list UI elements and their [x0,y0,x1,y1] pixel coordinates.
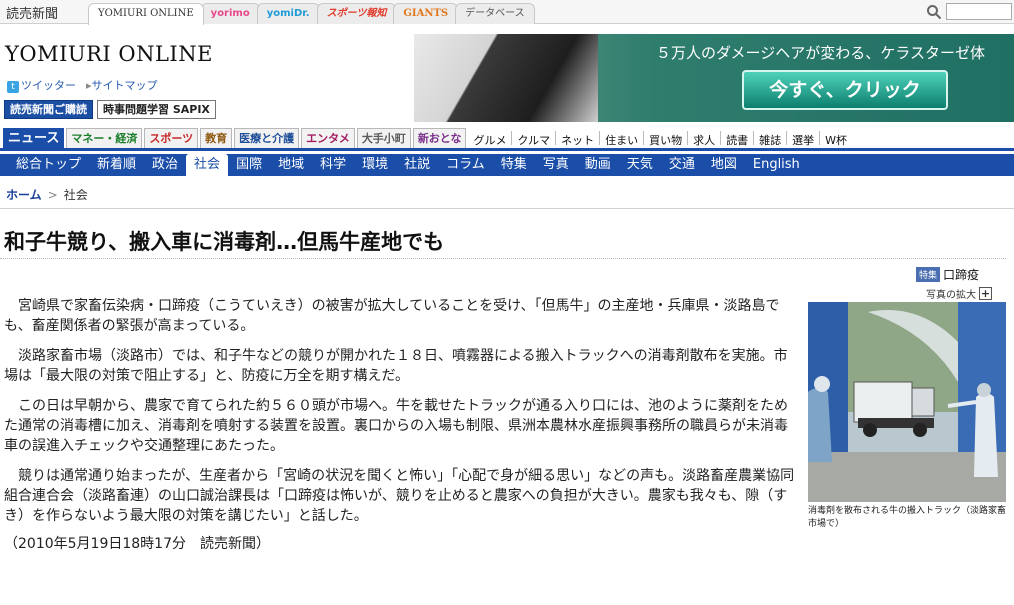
divider [0,258,1006,259]
category-otona[interactable]: 新おとな [412,128,467,148]
site-logo[interactable]: YOMIURI ONLINE [5,42,213,66]
tab-giants[interactable]: GIANTS [393,3,459,24]
subnav-features[interactable]: 特集 [493,154,535,176]
category-komachi[interactable]: 大手小町 [356,128,411,148]
tab-yomidr[interactable]: yomiDr. [256,3,320,24]
link-shopping[interactable]: 買い物 [643,131,687,147]
link-housing[interactable]: 住まい [599,131,643,147]
article-paragraph-2: 淡路家畜市場（淡路市）では、和子牛などの競りが開かれた１８日、噴霧器による搬入ト… [4,348,788,384]
photo-zoom-link[interactable]: 写真の拡大 + [926,286,992,301]
link-magazines[interactable]: 雑誌 [753,131,786,147]
link-net[interactable]: ネット [555,131,599,147]
article-photo[interactable] [808,302,1006,502]
ad-text: ５万人のダメージヘアが変わる、ケラスターゼ体 [656,44,985,62]
plus-icon: + [979,287,992,300]
twitter-icon: t [7,81,19,93]
site-tabs: YOMIURI ONLINE yorimo yomiDr. スポーツ報知 GIA… [88,3,535,25]
subnav-traffic[interactable]: 交通 [661,154,703,176]
ad-model-image [414,34,598,122]
tab-yorimo[interactable]: yorimo [200,3,260,24]
link-books[interactable]: 読書 [720,131,753,147]
subnav-map[interactable]: 地図 [703,154,745,176]
subnav-regional[interactable]: 地域 [270,154,312,176]
subnav-photos[interactable]: 写真 [535,154,577,176]
ad-click-button[interactable]: 今すぐ、クリック [742,70,948,110]
article-paragraph-1: 宮崎県で家畜伝染病・口蹄疫（こうていえき）の被害が拡大していることを受け、「但馬… [4,298,780,334]
breadcrumb-current[interactable]: 社会 [64,186,88,203]
subnav-international[interactable]: 国際 [228,154,270,176]
sapix-button[interactable]: 時事問題学習 SAPIX [97,100,216,119]
subnav-editorial[interactable]: 社説 [396,154,438,176]
special-topic-tag[interactable]: 特集 口蹄疫 [916,266,979,283]
subnav-environment[interactable]: 環境 [354,154,396,176]
site-bar: 読売新聞 YOMIURI ONLINE yorimo yomiDr. スポーツ報… [0,0,1014,25]
link-jobs[interactable]: 求人 [687,131,720,147]
article-paragraph-3: この日は早朝から、農家で育てられた約５６０頭が市場へ。牛を載せたトラックが通る入… [4,398,788,454]
category-medical[interactable]: 医療と介護 [234,128,300,148]
category-money[interactable]: マネー・経済 [66,128,143,148]
category-news[interactable]: ニュース [3,128,65,148]
photo-illustration [808,302,1006,502]
link-worldcup[interactable]: W杯 [819,131,852,147]
category-nav: ニュース マネー・経済 スポーツ 教育 医療と介護 エンタメ 大手小町 新おとな… [0,128,1014,151]
subnav-science[interactable]: 科学 [312,154,354,176]
sitemap-link[interactable]: ▸サイトマップ [86,77,158,93]
sitemap-label: サイトマップ [91,79,158,92]
special-badge: 特集 [916,267,941,282]
subnav-society[interactable]: 社会 [186,154,229,176]
special-keyword[interactable]: 口蹄疫 [943,266,979,283]
ad-banner[interactable]: ５万人のダメージヘアが変わる、ケラスターゼ体 今すぐ、クリック [414,34,1014,122]
link-election[interactable]: 選挙 [786,131,819,147]
article-paragraph-4: 競りは通常通り始まったが、生産者から「宮崎の状況を聞くと怖い」「心配で身が細る思… [4,468,795,524]
link-car[interactable]: クルマ [511,131,555,147]
link-gourmet[interactable]: グルメ [468,131,511,147]
subnav-video[interactable]: 動画 [577,154,619,176]
subnav-english[interactable]: English [745,154,808,176]
category-entertainment[interactable]: エンタメ [301,128,355,148]
subscribe-button[interactable]: 読売新聞ご購読 [4,100,93,119]
header-buttons: 読売新聞ご購読 時事問題学習 SAPIX [4,100,216,119]
breadcrumb-home[interactable]: ホーム [6,186,42,203]
tab-hochi[interactable]: スポーツ報知 [316,3,397,24]
photo-caption: 消毒剤を散布される牛の搬入トラック（淡路家畜市場で） [808,506,1007,529]
category-education[interactable]: 教育 [200,128,233,148]
category-sports[interactable]: スポーツ [144,128,199,148]
tab-database[interactable]: データベース [455,3,535,24]
twitter-label: ツイッター [21,79,76,92]
subnav-latest[interactable]: 新着順 [89,154,144,176]
yomiuri-shimbun-link[interactable]: 読売新聞 [6,3,58,22]
article-headline: 和子牛競り、搬入車に消毒剤…但馬牛産地でも [4,230,445,254]
header-links: t ツイッター ▸サイトマップ [7,77,158,93]
subnav-column[interactable]: コラム [438,154,493,176]
search-input[interactable] [946,3,1012,20]
article-dateline: （2010年5月19日18時17分 読売新聞） [4,536,270,552]
sub-nav: 総合トップ 新着順 政治 社会 国際 地域 科学 環境 社説 コラム 特集 写真… [0,154,1014,176]
tab-yomiuri-online[interactable]: YOMIURI ONLINE [88,3,204,25]
chevron-right-icon: > [47,187,58,202]
zoom-label: 写真の拡大 [926,290,976,301]
subnav-weather[interactable]: 天気 [619,154,661,176]
twitter-link[interactable]: t ツイッター [7,77,76,93]
divider [0,208,1014,209]
breadcrumb: ホーム > 社会 [6,186,88,203]
subnav-top[interactable]: 総合トップ [8,154,89,176]
subnav-politics[interactable]: 政治 [144,154,186,176]
article-body: 宮崎県で家畜伝染病・口蹄疫（こうていえき）の被害が拡大していることを受け、「但馬… [0,296,796,554]
search-icon[interactable] [926,4,942,20]
